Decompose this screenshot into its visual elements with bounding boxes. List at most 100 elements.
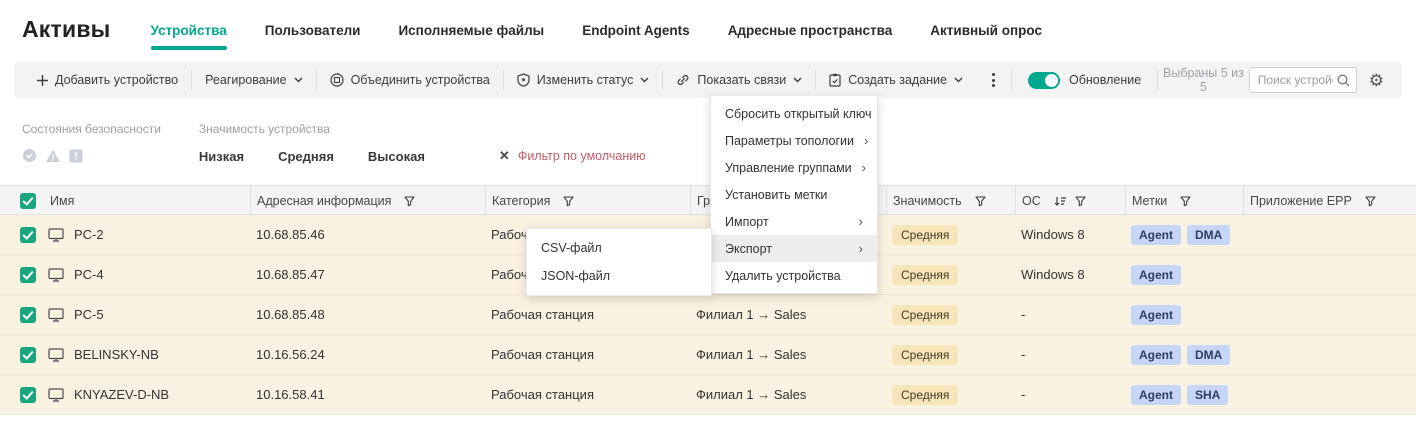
default-filter-label: Фильтр по умолчанию	[518, 149, 646, 163]
submenu-arrow-icon: ›	[859, 214, 863, 229]
add-device-label: Добавить устройство	[55, 73, 178, 87]
ip-cell: 10.68.85.46	[250, 227, 485, 242]
shield-icon	[517, 73, 530, 87]
status-warning-icon[interactable]	[45, 149, 61, 163]
add-device-button[interactable]: Добавить устройство	[24, 62, 191, 98]
group-cell: Филиал 1 → Sales	[690, 387, 886, 402]
tab-devices[interactable]: Устройства	[151, 23, 227, 50]
export-submenu: CSV-файл JSON-файл	[526, 228, 712, 296]
submenu-item-json[interactable]: JSON-файл	[527, 262, 711, 290]
search-box	[1249, 67, 1357, 93]
os-cell: Windows 8	[1015, 267, 1125, 282]
row-checkbox[interactable]	[20, 267, 36, 283]
col-os[interactable]: ОС	[1015, 186, 1125, 216]
category-cell: Рабочая станция	[485, 307, 690, 322]
os-cell: -	[1015, 307, 1125, 322]
category-cell: Рабочая станция	[485, 347, 690, 362]
menu-item-import[interactable]: Импорт ›	[711, 208, 877, 235]
filter-icon[interactable]	[1075, 196, 1086, 207]
close-icon[interactable]: ✕	[499, 148, 510, 164]
tag-badge: Agent	[1131, 265, 1181, 285]
col-category[interactable]: Категория	[485, 186, 690, 216]
filter-icon[interactable]	[1365, 196, 1376, 207]
status-critical-icon[interactable]	[69, 149, 83, 163]
tab-address-spaces[interactable]: Адресные пространства	[728, 23, 893, 50]
change-status-button[interactable]: Изменить статус	[504, 62, 663, 98]
default-filter-chip[interactable]: ✕ Фильтр по умолчанию	[499, 148, 646, 164]
group-cell: Филиал 1 → Sales	[690, 347, 886, 362]
col-address[interactable]: Адресная информация	[250, 186, 485, 216]
submenu-item-csv[interactable]: CSV-файл	[527, 234, 711, 262]
search-icon[interactable]	[1337, 74, 1350, 87]
change-status-label: Изменить статус	[537, 73, 634, 87]
device-name[interactable]: BELINSKY-NB	[74, 347, 159, 362]
col-severity[interactable]: Значимость	[886, 186, 1015, 216]
create-task-button[interactable]: Создать задание	[816, 62, 976, 98]
response-button[interactable]: Реагирование	[192, 62, 315, 98]
ip-cell: 10.16.58.41	[250, 387, 485, 402]
page-title: Активы	[22, 16, 111, 43]
col-epp[interactable]: Приложение EPP	[1243, 186, 1416, 216]
group-cell: Филиал 1 → Sales	[690, 307, 886, 322]
monitor-icon	[48, 228, 64, 242]
severity-badge: Средняя	[892, 265, 958, 285]
menu-item-reset-public-key[interactable]: Сбросить открытый ключ	[711, 100, 877, 127]
sort-descending-icon[interactable]	[1054, 196, 1066, 207]
row-checkbox[interactable]	[20, 307, 36, 323]
show-links-label: Показать связи	[697, 73, 786, 87]
menu-item-group-management[interactable]: Управление группами ›	[711, 154, 877, 181]
os-cell: -	[1015, 347, 1125, 362]
ip-cell: 10.68.85.47	[250, 267, 485, 282]
table-row[interactable]: BELINSKY-NB 10.16.56.24 Рабочая станция …	[0, 335, 1416, 375]
context-menu: Сбросить открытый ключ Параметры тополог…	[710, 95, 878, 294]
monitor-icon	[48, 268, 64, 282]
os-cell: Windows 8	[1015, 227, 1125, 242]
col-name[interactable]: Имя	[44, 186, 250, 216]
security-states-label: Состояния безопасности	[22, 122, 161, 136]
device-name[interactable]: KNYAZEV-D-NB	[74, 387, 169, 402]
menu-item-export[interactable]: Экспорт ›	[711, 235, 877, 262]
tab-executables[interactable]: Исполняемые файлы	[398, 23, 544, 50]
menu-item-delete-devices[interactable]: Удалить устройства	[711, 262, 877, 289]
gear-icon[interactable]: ⚙	[1357, 72, 1392, 89]
refresh-toggle[interactable]	[1028, 72, 1060, 89]
device-name[interactable]: PC-5	[74, 307, 104, 322]
row-checkbox[interactable]	[20, 347, 36, 363]
severity-low[interactable]: Низкая	[199, 149, 244, 164]
severity-badge: Средняя	[892, 345, 958, 365]
menu-item-set-tags[interactable]: Установить метки	[711, 181, 877, 208]
assets-page: Активы Устройства Пользователи Исполняем…	[0, 0, 1416, 426]
col-severity-label: Значимость	[893, 194, 962, 208]
table-row[interactable]: KNYAZEV-D-NB 10.16.58.41 Рабочая станция…	[0, 375, 1416, 415]
col-tags[interactable]: Метки	[1125, 186, 1243, 216]
severity-badge: Средняя	[892, 305, 958, 325]
tab-bar: Устройства Пользователи Исполняемые файл…	[151, 16, 1042, 50]
severity-high[interactable]: Высокая	[368, 149, 425, 164]
menu-item-topology-params[interactable]: Параметры топологии ›	[711, 127, 877, 154]
status-ok-icon[interactable]	[22, 148, 37, 163]
row-checkbox[interactable]	[20, 227, 36, 243]
row-checkbox[interactable]	[20, 387, 36, 403]
device-name[interactable]: PC-4	[74, 267, 104, 282]
search-input[interactable]	[1258, 73, 1333, 87]
chevron-down-icon	[793, 77, 802, 83]
filter-icon[interactable]	[1180, 196, 1191, 207]
device-name[interactable]: PC-2	[74, 227, 104, 242]
severity-filter: Значимость устройства Низкая Средняя Выс…	[199, 122, 646, 164]
filter-icon[interactable]	[975, 196, 986, 207]
filter-icon[interactable]	[404, 196, 415, 207]
filter-icon[interactable]	[563, 196, 574, 207]
kebab-menu-button[interactable]	[976, 73, 1011, 87]
select-all-checkbox[interactable]	[20, 193, 36, 209]
filters-panel: Состояния безопасности Значимость устрой…	[22, 122, 646, 164]
severity-medium[interactable]: Средняя	[278, 149, 334, 164]
col-epp-label: Приложение EPP	[1250, 194, 1352, 208]
table-row[interactable]: PC-5 10.68.85.48 Рабочая станция Филиал …	[0, 295, 1416, 335]
merge-devices-button[interactable]: Объединить устройства	[317, 62, 503, 98]
security-state-icons	[22, 148, 161, 163]
tab-active-polling[interactable]: Активный опрос	[930, 23, 1042, 50]
tab-users[interactable]: Пользователи	[265, 23, 361, 50]
tab-endpoint-agents[interactable]: Endpoint Agents	[582, 23, 690, 50]
show-links-button[interactable]: Показать связи	[663, 62, 815, 98]
ip-cell: 10.16.56.24	[250, 347, 485, 362]
